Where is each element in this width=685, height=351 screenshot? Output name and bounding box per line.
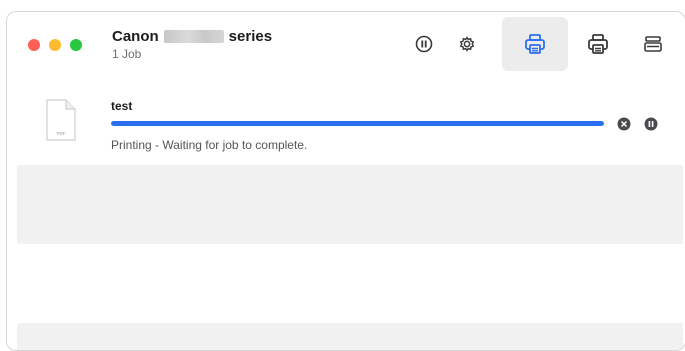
job-name: test — [111, 99, 133, 113]
print-job-row[interactable]: PDF test Printing - Waiting for job to c… — [7, 84, 685, 159]
printer-name: Canon series — [112, 28, 272, 45]
job-progress-fill — [111, 121, 604, 126]
pdf-label: PDF — [57, 131, 66, 136]
printer-name-suffix: series — [228, 28, 273, 45]
print-queue-window: Canon series 1 Job PDF test Printing - W… — [6, 11, 685, 351]
close-window-button[interactable] — [28, 39, 40, 51]
zoom-window-button[interactable] — [70, 39, 82, 51]
empty-job-row — [17, 165, 683, 244]
minimize-window-button[interactable] — [49, 39, 61, 51]
gear-icon — [459, 36, 475, 52]
pause-icon — [644, 117, 658, 131]
printer-queue-button[interactable] — [502, 17, 568, 71]
printer-icon — [588, 34, 608, 54]
job-progress-bar — [111, 121, 604, 126]
cancel-icon — [617, 117, 631, 131]
redacted-model-name — [163, 30, 224, 43]
pause-icon — [415, 35, 433, 53]
printer-button[interactable] — [584, 30, 612, 58]
job-count: 1 Job — [112, 47, 142, 61]
printer-name-prefix: Canon — [112, 28, 159, 45]
printer-icon — [525, 34, 545, 54]
scanner-icon — [644, 36, 662, 52]
title-bar: Canon series 1 Job — [7, 12, 685, 74]
hold-job-button[interactable] — [644, 117, 658, 131]
pdf-file-icon: PDF — [46, 99, 76, 141]
pause-printer-button[interactable] — [410, 30, 438, 58]
printer-settings-button[interactable] — [453, 30, 481, 58]
empty-job-row — [17, 323, 683, 350]
scanner-button[interactable] — [639, 30, 667, 58]
window-title-block: Canon series 1 Job — [112, 28, 272, 61]
job-status-text: Printing - Waiting for job to complete. — [111, 138, 308, 152]
cancel-job-button[interactable] — [617, 117, 631, 131]
